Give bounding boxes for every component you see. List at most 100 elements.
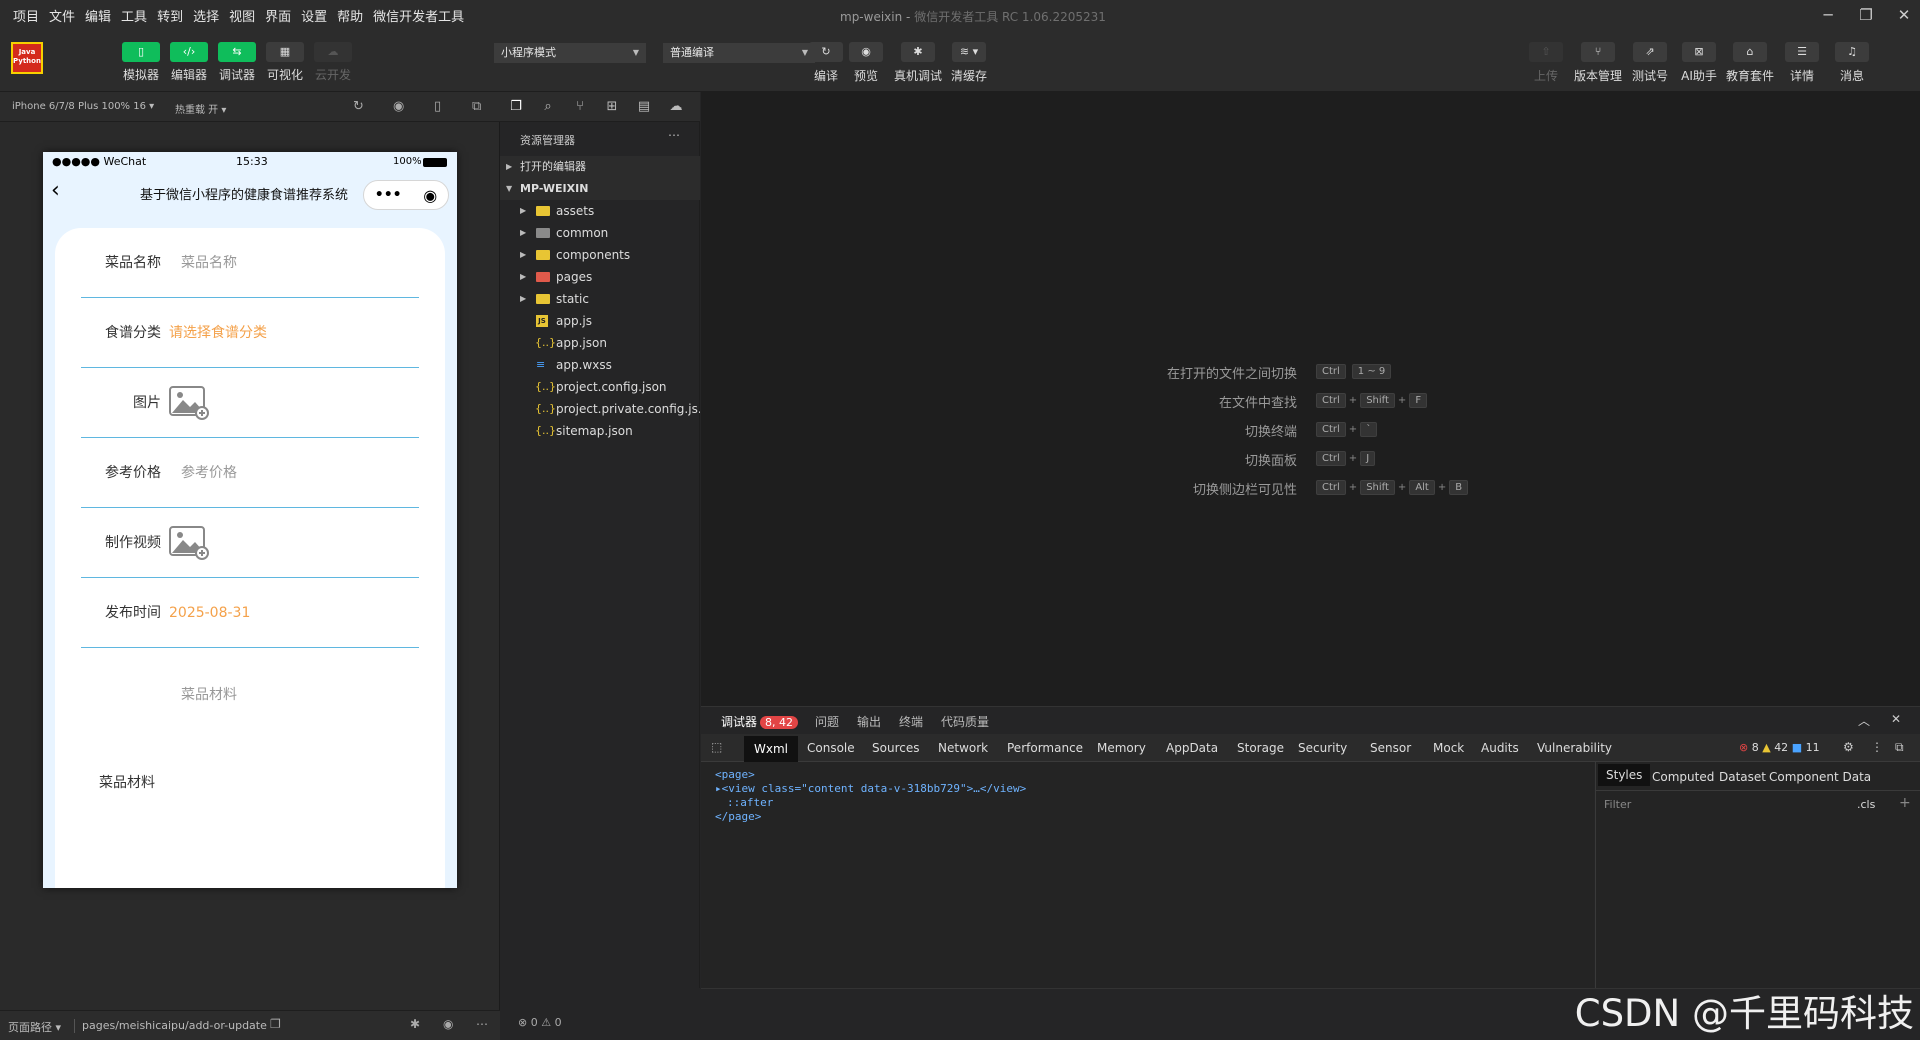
close-button[interactable]: ✕ [1890, 4, 1918, 26]
device-select[interactable]: iPhone 6/7/8 Plus 100% 16 ▾ [12, 101, 154, 112]
cls-toggle[interactable]: .cls [1857, 798, 1875, 811]
devtools-tab-mock[interactable]: Mock [1433, 741, 1464, 755]
extensions-icon[interactable]: ⊞ [604, 99, 620, 115]
AI助手-button[interactable]: ⊠ AI助手 [1674, 42, 1724, 84]
open-editors-section[interactable]: ▶ 打开的编辑器 [500, 156, 700, 178]
清缓存-button[interactable]: ≋ ▾ 清缓存 [944, 42, 994, 84]
copy-icon[interactable]: ❐ [270, 1017, 281, 1031]
device-icon[interactable]: ▯ [434, 99, 441, 114]
minimize-button[interactable]: ─ [1814, 4, 1842, 26]
调试器-button[interactable]: ⇆ 调试器 [214, 42, 260, 83]
rotate-icon[interactable]: ↻ [353, 99, 364, 114]
debug-tab[interactable]: 终端 [899, 713, 923, 730]
devtools-tab-sources[interactable]: Sources [872, 741, 919, 755]
预览-button[interactable]: ◉ 预览 [841, 42, 891, 84]
devtools-tab-audits[interactable]: Audits [1481, 741, 1519, 755]
capsule-menu[interactable]: ••• ◉ [363, 180, 449, 210]
tree-item-static[interactable]: ▶ static [500, 288, 700, 310]
more-icon[interactable]: ••• [375, 187, 402, 203]
tree-item-project-private-config-js---[interactable]: {..} project.private.config.js... [500, 398, 700, 420]
debug-tab[interactable]: 代码质量 [941, 713, 989, 730]
issue-counts[interactable]: ⊗ 8 ▲ 42 ■ 11 [1739, 741, 1820, 754]
restore-button[interactable]: ❐ [1852, 4, 1880, 26]
bug-icon[interactable]: ✱ [410, 1017, 420, 1031]
tree-item-common[interactable]: ▶ common [500, 222, 700, 244]
消息-button[interactable]: ♫ 消息 [1827, 42, 1877, 84]
menu-item[interactable]: 视图 [224, 6, 260, 25]
menu-item[interactable]: 文件 [44, 6, 80, 25]
close-mini-program-icon[interactable]: ◉ [423, 186, 437, 205]
devtools-tab-wxml[interactable]: Wxml [744, 736, 798, 762]
menu-item[interactable]: 选择 [188, 6, 224, 25]
tree-item-pages[interactable]: ▶ pages [500, 266, 700, 288]
测试号-button[interactable]: ⇗ 测试号 [1625, 42, 1675, 84]
详情-button[interactable]: ☰ 详情 [1777, 42, 1827, 84]
devtools-tab-sensor[interactable]: Sensor [1370, 741, 1411, 755]
menu-item[interactable]: 微信开发者工具 [368, 6, 469, 25]
devtools-tab-network[interactable]: Network [938, 741, 988, 755]
settings-gear-icon[interactable]: ⚙ [1843, 740, 1854, 754]
tree-item-sitemap-json[interactable]: {..} sitemap.json [500, 420, 700, 442]
collapse-panel-icon[interactable]: ︿ [1858, 712, 1870, 729]
上传-button[interactable]: ⇧ 上传 [1521, 42, 1571, 84]
可视化-button[interactable]: ▦ 可视化 [262, 42, 308, 83]
kebab-menu-icon[interactable]: ⋮ [1871, 740, 1883, 754]
compile-select[interactable]: 普通编译 ▼ [663, 43, 815, 63]
files-icon[interactable]: ❐ [508, 99, 524, 115]
undock-icon[interactable]: ⧉ [1895, 740, 1904, 755]
eye-icon[interactable]: ◉ [443, 1017, 453, 1031]
debug-tab[interactable]: 问题 [815, 713, 839, 730]
image-upload-icon[interactable] [169, 386, 209, 420]
tree-item-app-js[interactable]: JS app.js [500, 310, 700, 332]
hot-reload-toggle[interactable]: 热重载 开 ▾ [175, 101, 226, 116]
wxml-line[interactable]: ::after [727, 796, 773, 809]
detach-icon[interactable]: ⧉ [472, 99, 481, 114]
真机调试-button[interactable]: ✱ 真机调试 [893, 42, 943, 84]
menu-item[interactable]: 转到 [152, 6, 188, 25]
styles-tab-dataset[interactable]: Dataset [1719, 770, 1766, 784]
mode-select[interactable]: 小程序模式 ▼ [494, 43, 646, 63]
add-style-icon[interactable]: + [1899, 795, 1911, 811]
search-icon[interactable]: ⌕ [540, 99, 556, 115]
wxml-line[interactable]: <page> [715, 768, 755, 781]
menu-item[interactable]: 界面 [260, 6, 296, 25]
devtools-tab-security[interactable]: Security [1298, 741, 1347, 755]
debug-tab[interactable]: 输出 [857, 713, 881, 730]
publish-date-picker[interactable]: 2025-08-31 [169, 578, 250, 648]
tree-item-components[interactable]: ▶ components [500, 244, 700, 266]
devtools-tab-memory[interactable]: Memory [1097, 741, 1146, 755]
problems-count[interactable]: ⊗ 0 ⚠ 0 [518, 1016, 562, 1029]
video-upload-icon[interactable] [169, 526, 209, 560]
price-input[interactable]: 参考价格 [181, 438, 237, 508]
inspect-icon[interactable]: ⬚ [711, 740, 722, 754]
devtools-tab-appdata[interactable]: AppData [1166, 741, 1218, 755]
styles-filter-input[interactable]: Filter [1604, 798, 1631, 811]
debug-tab[interactable]: 调试器 8, 42 [721, 713, 799, 730]
tree-item-app-wxss[interactable]: ≡ app.wxss [500, 354, 700, 376]
devtools-tab-vulnerability[interactable]: Vulnerability [1537, 741, 1612, 755]
project-section[interactable]: ▼ MP-WEIXIN [500, 178, 700, 200]
模拟器-button[interactable]: ▯ 模拟器 [118, 42, 164, 83]
devtools-tab-storage[interactable]: Storage [1237, 741, 1284, 755]
menu-item[interactable]: 项目 [8, 6, 44, 25]
record-icon[interactable]: ◉ [393, 99, 404, 114]
menu-item[interactable]: 帮助 [332, 6, 368, 25]
编辑器-button[interactable]: ‹/› 编辑器 [166, 42, 212, 83]
devtools-tab-performance[interactable]: Performance [1007, 741, 1083, 755]
cloud-icon[interactable]: ☁ [668, 99, 684, 115]
wxml-line[interactable]: ▸<view class="content data-v-318bb729">…… [715, 782, 1026, 795]
category-picker[interactable]: 请选择食谱分类 [169, 298, 267, 368]
tree-item-project-config-json[interactable]: {..} project.config.json [500, 376, 700, 398]
tree-item-app-json[interactable]: {..} app.json [500, 332, 700, 354]
close-panel-icon[interactable]: ✕ [1891, 712, 1901, 726]
版本管理-button[interactable]: ⑂ 版本管理 [1573, 42, 1623, 84]
page-path-label[interactable]: 页面路径 ▾ [8, 1019, 61, 1035]
material-placeholder[interactable]: 菜品材料 [181, 684, 237, 704]
styles-tab-component-data[interactable]: Component Data [1769, 770, 1871, 784]
styles-tab-computed[interactable]: Computed [1652, 770, 1714, 784]
menu-item[interactable]: 设置 [296, 6, 332, 25]
styles-tab-styles[interactable]: Styles [1598, 764, 1651, 786]
tree-item-assets[interactable]: ▶ assets [500, 200, 700, 222]
云开发-button[interactable]: ☁ 云开发 [310, 42, 356, 83]
source-control-icon[interactable]: ⑂ [572, 99, 588, 115]
